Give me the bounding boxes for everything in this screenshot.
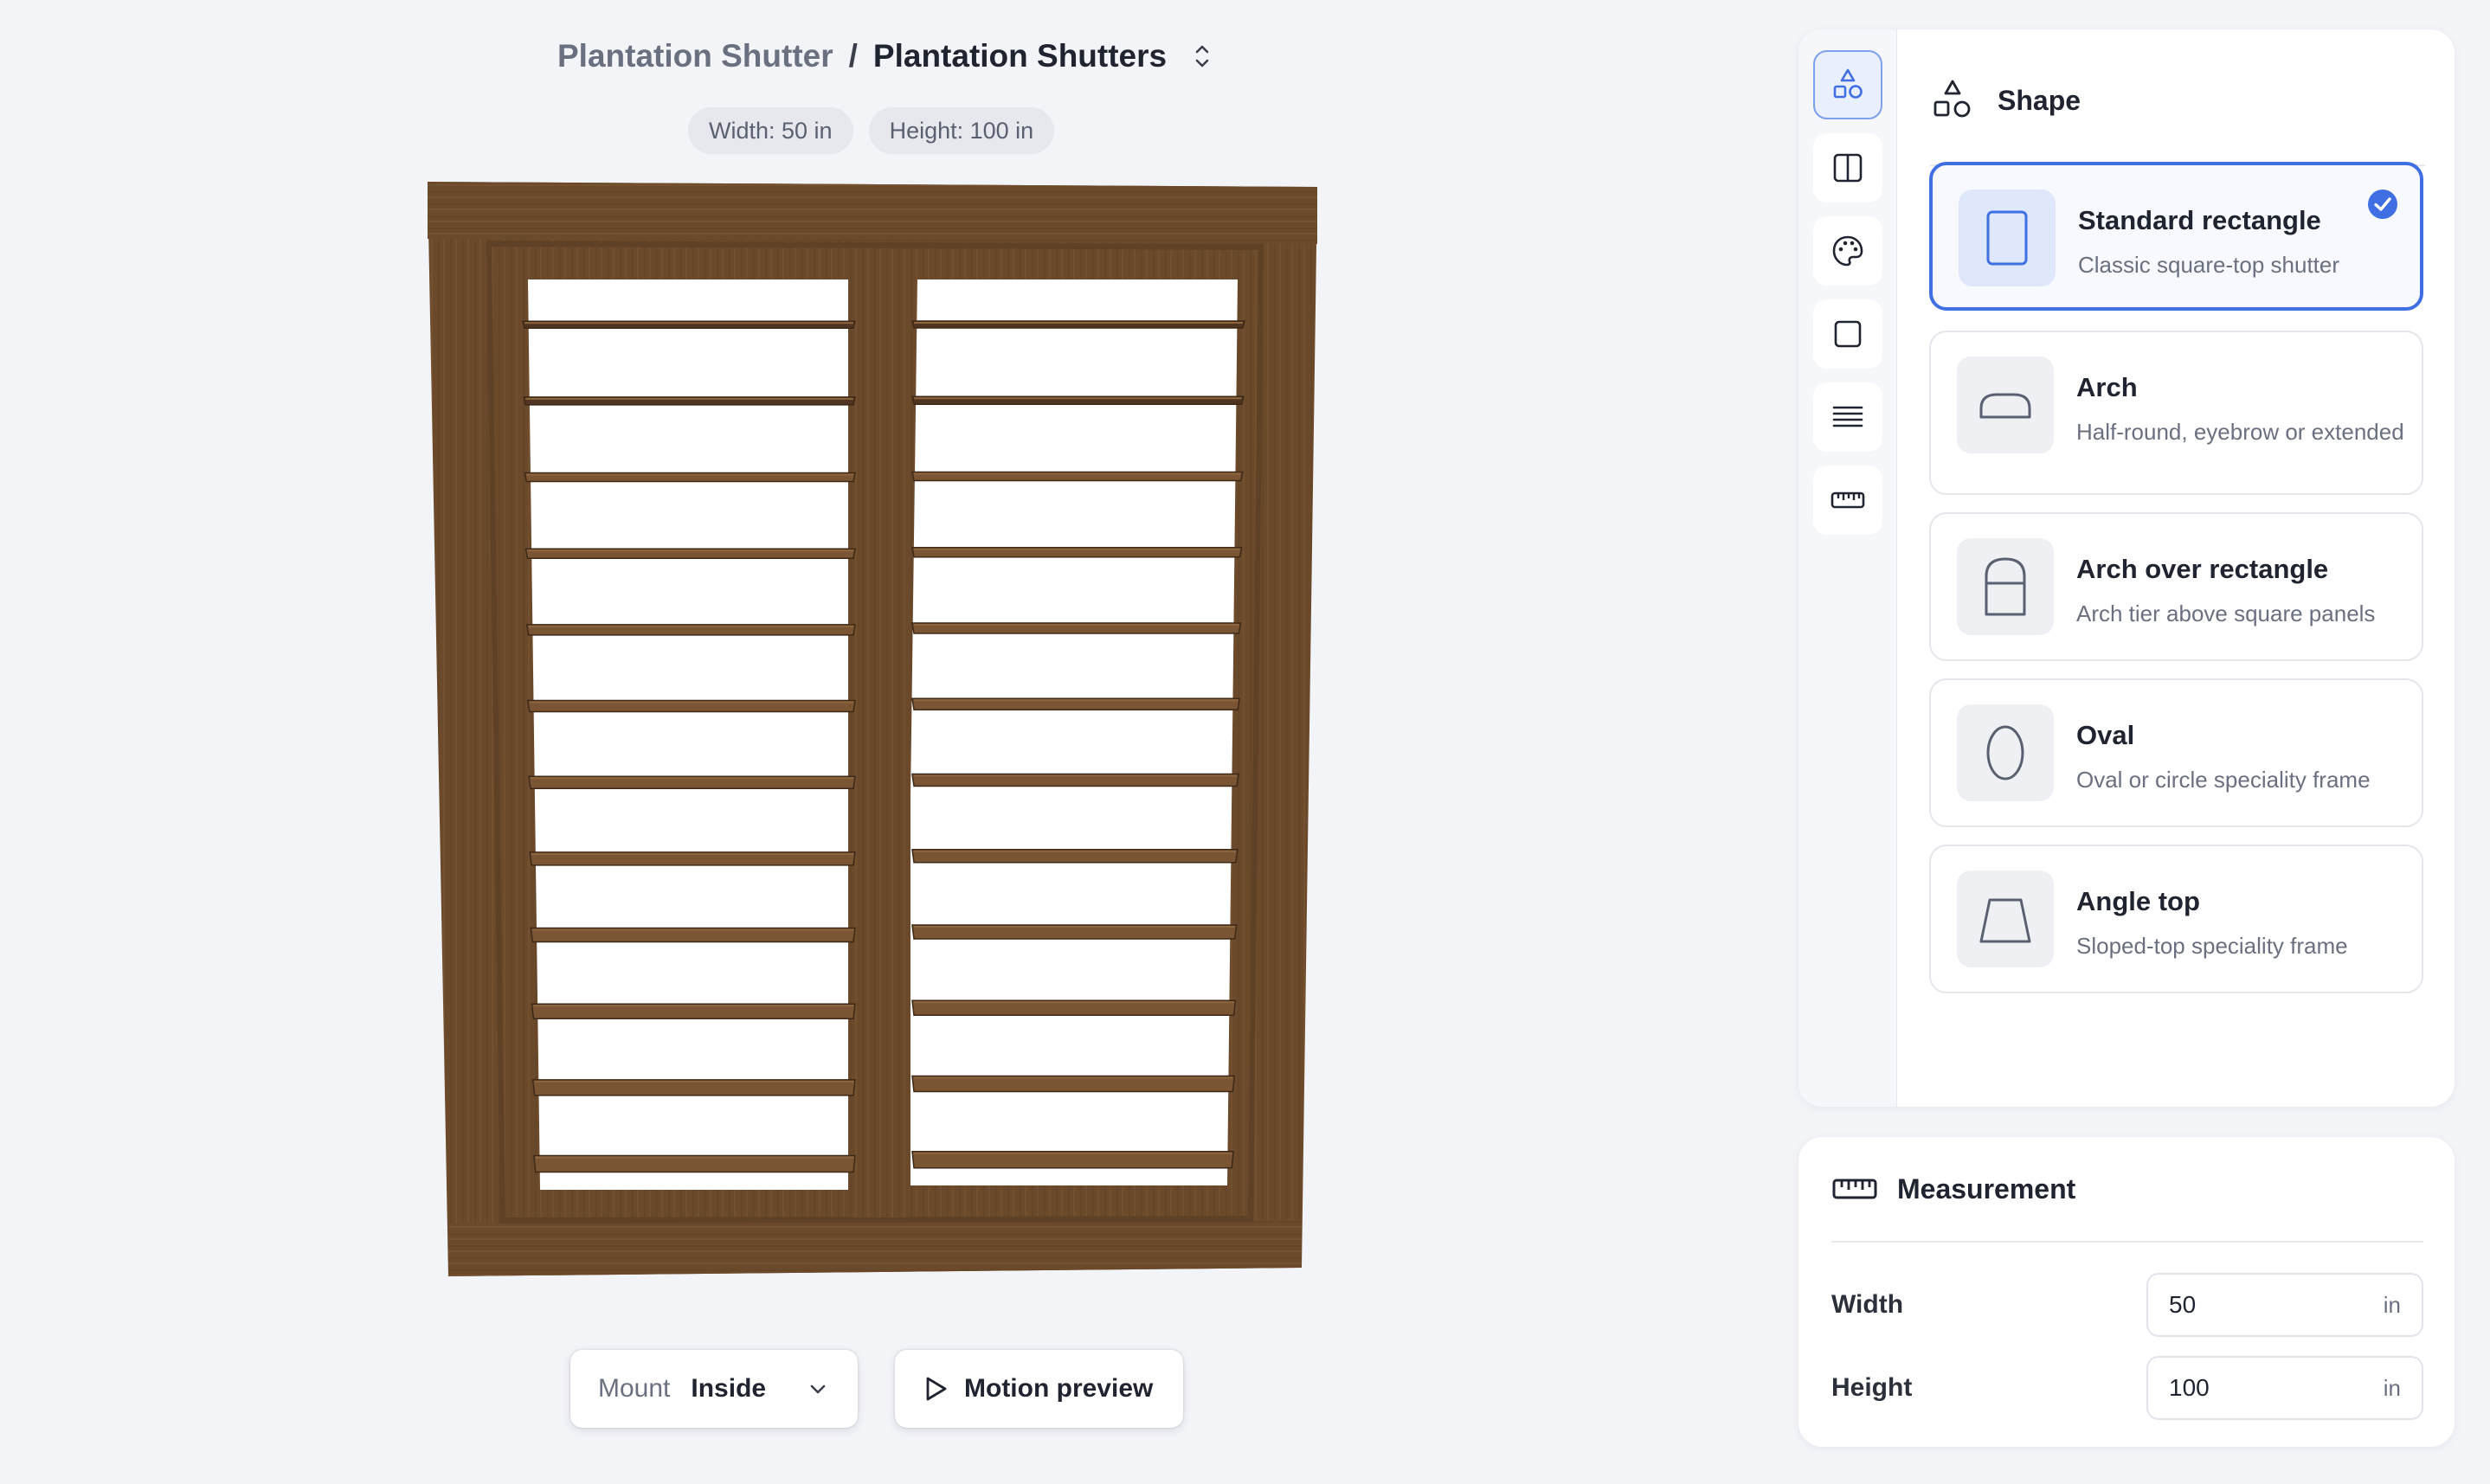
breadcrumb-parent[interactable]: Plantation Shutter [557, 38, 833, 74]
motion-preview-button[interactable]: Motion preview [895, 1350, 1183, 1428]
oval-shape-icon [1986, 725, 2024, 781]
motion-preview-label: Motion preview [964, 1374, 1154, 1403]
mount-value: Inside [691, 1374, 767, 1403]
tool-panels[interactable] [1813, 133, 1882, 202]
ruler-icon [1831, 491, 1865, 509]
width-value: 50 [2169, 1291, 2197, 1318]
tool-shape[interactable] [1813, 50, 1882, 119]
tool-frame[interactable] [1813, 299, 1882, 369]
palette-icon [1832, 235, 1863, 267]
bottom-sill [448, 1220, 1302, 1276]
mount-select[interactable]: Mount Inside [570, 1350, 858, 1428]
chevron-down-icon [810, 1384, 826, 1394]
shape-option-arch[interactable]: Arch Half-round, eyebrow or extended [1929, 331, 2423, 495]
arch-over-rectangle-icon [1985, 557, 2026, 616]
arch-shape-icon [1979, 393, 2031, 419]
breadcrumb-separator: / [848, 38, 858, 74]
mount-label: Mount [598, 1374, 671, 1403]
top-header [428, 182, 1317, 244]
dimension-pills: Width: 50 in Height: 100 in [688, 107, 1055, 154]
shapes-icon [1933, 80, 1971, 118]
width-row: Width 50 in [1831, 1272, 2423, 1338]
height-value: 100 [2169, 1374, 2210, 1401]
shutter-render[interactable] [424, 177, 1321, 1281]
shape-thumb [1957, 704, 2054, 801]
shape-panel-title: Shape [1998, 84, 2081, 116]
height-label: Height [1831, 1373, 1913, 1402]
louvers-icon [1832, 406, 1863, 427]
option-description: Oval or circle speciality frame [2076, 767, 2371, 793]
panels-icon [1833, 153, 1863, 183]
frame-icon [1834, 320, 1862, 348]
angle-top-shape-icon [1979, 898, 2031, 943]
shape-option-arch-over-rectangle[interactable]: Arch over rectangle Arch tier above squa… [1929, 512, 2423, 661]
width-unit: in [2383, 1291, 2401, 1318]
width-input[interactable]: 50 in [2146, 1273, 2423, 1337]
center-stile [850, 250, 910, 1217]
tool-rail [1798, 29, 1897, 1107]
option-description: Classic square-top shutter [2078, 252, 2340, 278]
height-unit: in [2383, 1374, 2401, 1401]
measurement-panel: Measurement Width 50 in Height 100 in [1798, 1137, 2455, 1447]
width-pill: Width: 50 in [688, 107, 853, 154]
shapes-icon [1833, 68, 1863, 99]
width-label: Width [1831, 1290, 1904, 1319]
breadcrumb-current[interactable]: Plantation Shutters [873, 38, 1167, 74]
option-name: Arch [2076, 372, 2138, 402]
option-name: Arch over rectangle [2076, 554, 2329, 584]
option-name: Angle top [2076, 886, 2200, 916]
shape-option-oval[interactable]: Oval Oval or circle speciality frame [1929, 678, 2423, 827]
check-circle-icon [2368, 190, 2397, 219]
option-description: Sloped-top speciality frame [2076, 933, 2348, 959]
height-pill: Height: 100 in [868, 107, 1055, 154]
option-description: Half-round, eyebrow or extended [2076, 419, 2404, 445]
rectangle-shape-icon [1986, 210, 2028, 266]
shape-panel-header: Shape [1930, 62, 2425, 166]
tool-measure[interactable] [1813, 466, 1882, 535]
options-panel: Shape Standard rectangle Classic square-… [1798, 29, 2455, 1107]
tool-color[interactable] [1813, 216, 1882, 286]
panel-opening [905, 279, 1238, 1185]
measurement-title: Measurement [1897, 1172, 2076, 1205]
option-name: Oval [2076, 720, 2135, 750]
panel-opening [528, 279, 848, 1190]
shape-thumb [1957, 870, 2054, 967]
height-input[interactable]: 100 in [2146, 1356, 2423, 1420]
shape-option-standard-rectangle[interactable]: Standard rectangle Classic square-top sh… [1929, 162, 2423, 311]
shape-thumb [1959, 190, 2056, 286]
height-row: Height 100 in [1831, 1355, 2423, 1421]
option-name: Standard rectangle [2078, 205, 2321, 235]
play-icon [926, 1377, 947, 1401]
shape-thumb [1957, 357, 2054, 453]
shutter-preview[interactable] [424, 177, 1321, 1281]
shape-thumb [1957, 538, 2054, 635]
measurement-header: Measurement [1831, 1137, 2423, 1243]
breadcrumb: Plantation Shutter / Plantation Shutters [557, 38, 1215, 74]
shape-option-angle-top[interactable]: Angle top Sloped-top speciality frame [1929, 845, 2423, 993]
option-description: Arch tier above square panels [2076, 601, 2376, 626]
ruler-icon [1832, 1179, 1877, 1199]
tool-louvers[interactable] [1813, 382, 1882, 452]
chevron-up-down-icon[interactable] [1189, 41, 1215, 72]
